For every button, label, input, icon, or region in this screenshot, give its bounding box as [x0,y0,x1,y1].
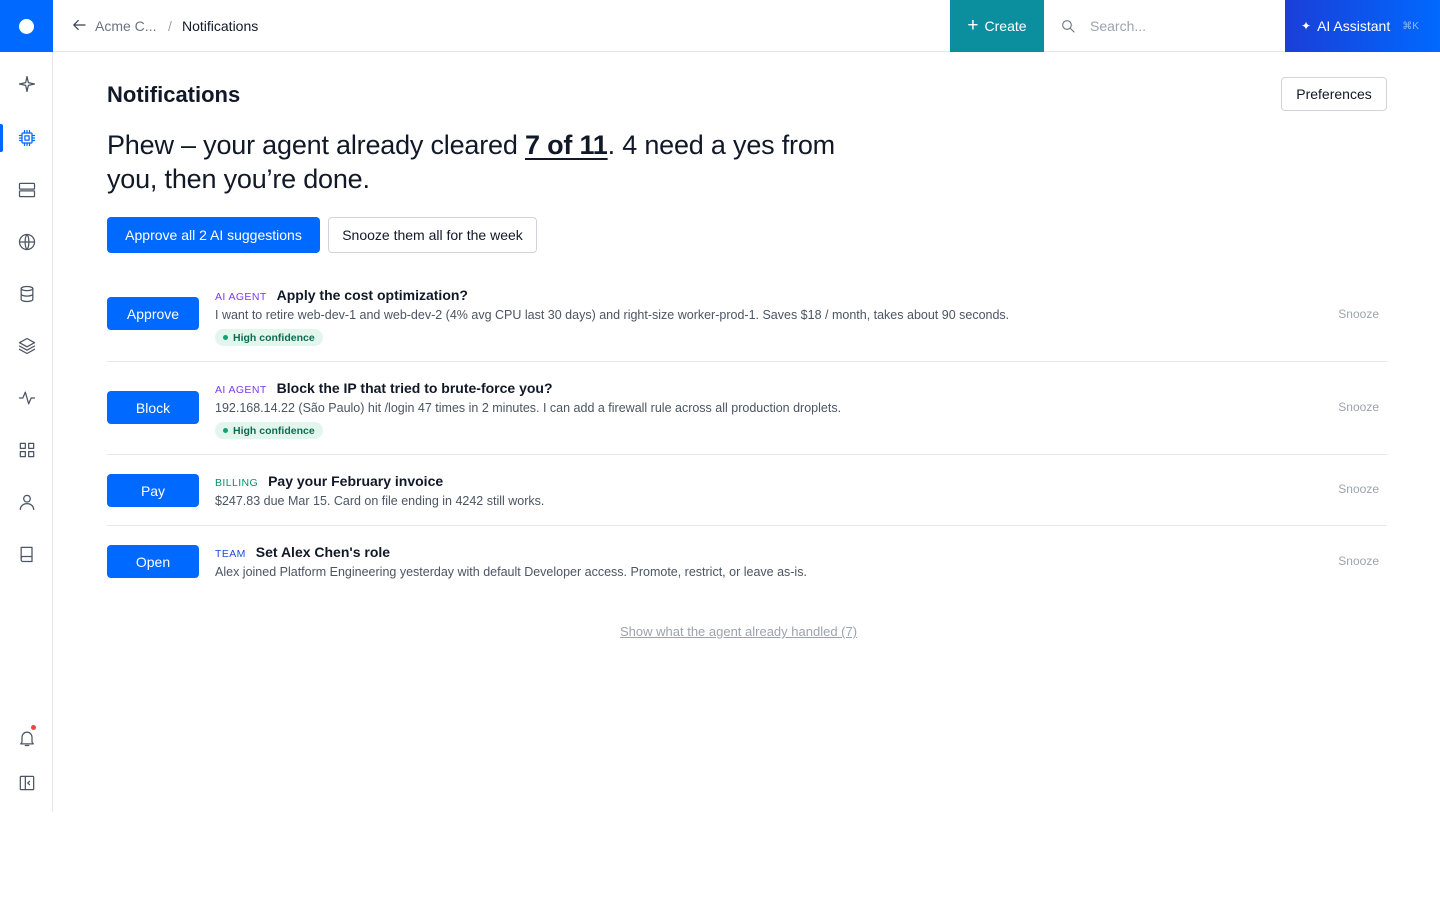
confidence-label: High confidence [233,424,315,437]
layers-icon [18,337,35,355]
search-box [1044,0,1285,52]
sidebar-item-servers[interactable] [0,172,53,208]
sidebar-collapse-button[interactable] [0,765,53,801]
approve-all-button[interactable]: Approve all 2 AI suggestions [107,217,320,253]
notification-description: I want to retire web-dev-1 and web-dev-2… [215,308,1010,322]
notification-tag: AI AGENT [215,291,267,303]
snooze-link[interactable]: Snooze [1338,307,1379,321]
notification-title-line: AI AGENT Apply the cost optimization? [215,287,1009,303]
server-icon [18,182,35,198]
notification-tag: BILLING [215,477,259,489]
snooze-link[interactable]: Snooze [1338,554,1379,568]
sidebar-item-notifications[interactable] [0,720,53,756]
sidebar-item-monitoring[interactable] [0,380,53,416]
notification-content: AI AGENT Apply the cost optimization? I … [215,287,1009,346]
block-button[interactable]: Block [107,391,199,424]
snooze-link[interactable]: Snooze [1338,482,1379,496]
bell-icon [19,731,34,747]
create-button[interactable]: + Create [950,0,1044,52]
breadcrumb-separator: / [168,18,172,34]
search-icon [1062,20,1075,33]
book-icon [20,546,33,563]
notification-row: Pay BILLING Pay your February invoice $2… [107,455,1387,526]
open-button[interactable]: Open [107,545,199,578]
notification-title-line: TEAM Set Alex Chen's role [215,544,807,560]
notification-title: Set Alex Chen's role [255,544,391,560]
ai-assistant-button[interactable]: ✦ AI Assistant ⌘K [1285,0,1440,52]
notification-tag: TEAM [215,548,246,560]
page-title: Notifications [107,82,241,107]
notification-tag: AI AGENT [215,384,267,396]
sidebar-item-databases[interactable] [0,276,53,312]
notification-row: Block AI AGENT Block the IP that tried t… [107,362,1387,455]
breadcrumb-org[interactable]: Acme C... [95,18,156,34]
summary-headline: Phew – your agent already cleared 7 of 1… [107,128,887,196]
show-handled-link[interactable]: Show what the agent already handled (7) [620,624,857,639]
notification-content: TEAM Set Alex Chen's role Alex joined Pl… [215,544,807,579]
pay-button[interactable]: Pay [107,474,199,507]
snooze-link[interactable]: Snooze [1338,400,1379,414]
status-dot-icon [223,335,228,340]
notification-title-line: BILLING Pay your February invoice [215,473,544,489]
notification-content: AI AGENT Block the IP that tried to brut… [215,380,841,439]
notification-title-line: AI AGENT Block the IP that tried to brut… [215,380,841,396]
ai-assistant-label: AI Assistant [1317,18,1391,34]
notification-description: 192.168.14.22 (São Paulo) hit /login 47 … [215,401,842,415]
notification-row: Open TEAM Set Alex Chen's role Alex join… [107,526,1387,597]
globe-icon [18,233,35,251]
confidence-badge: High confidence [215,329,323,346]
app: Acme C... / Notifications + Create ✦ AI … [0,0,1440,900]
shortcut-hint: ⌘K [1402,20,1419,32]
sidebar-item-ai[interactable] [0,66,53,102]
database-icon [20,285,33,303]
user-icon [19,494,34,511]
headline-text-before: Phew – your agent already cleared [107,130,525,160]
notification-description: $247.83 due Mar 15. Card on file ending … [215,494,545,508]
back-button[interactable] [70,16,90,36]
create-label: Create [984,18,1027,34]
notification-list: Approve AI AGENT Apply the cost optimiza… [107,269,1387,597]
sidebar-item-apps[interactable] [0,432,53,468]
approve-button[interactable]: Approve [107,297,199,330]
confidence-badge: High confidence [215,422,323,439]
sidebar-item-layers[interactable] [0,328,53,364]
headline-count: 7 of 11 [524,130,608,160]
logo[interactable] [0,0,53,52]
notification-title: Apply the cost optimization? [276,287,468,303]
notification-description: Alex joined Platform Engineering yesterd… [215,565,807,579]
chip-icon [18,129,35,147]
notification-content: BILLING Pay your February invoice $247.8… [215,473,544,508]
arrow-left-icon [73,19,86,31]
sidebar-item-networking[interactable] [0,224,53,260]
search-input[interactable] [1090,12,1270,40]
notification-dot [30,724,37,731]
sparkle-icon [18,75,35,93]
topbar: Acme C... / Notifications + Create ✦ AI … [53,0,1440,52]
sidebar-item-account[interactable] [0,484,53,520]
preferences-button[interactable]: Preferences [1281,77,1387,111]
notification-title: Pay your February invoice [268,473,444,489]
plus-icon: + [967,14,979,36]
snooze-all-button[interactable]: Snooze them all for the week [328,217,537,253]
confidence-label: High confidence [233,331,315,344]
collapse-sidebar-icon [19,775,34,791]
logo-icon [19,18,34,34]
notification-title: Block the IP that tried to brute-force y… [276,380,553,396]
sparkles-icon: ✦ [1301,19,1312,33]
breadcrumb-current: Notifications [182,18,259,34]
sidebar-item-compute[interactable] [0,120,53,156]
notification-row: Approve AI AGENT Apply the cost optimiza… [107,269,1387,362]
status-dot-icon [223,428,228,433]
activity-icon [18,391,35,405]
sidebar-item-docs[interactable] [0,536,53,572]
sidebar [0,0,53,812]
apps-grid-icon [19,442,34,458]
